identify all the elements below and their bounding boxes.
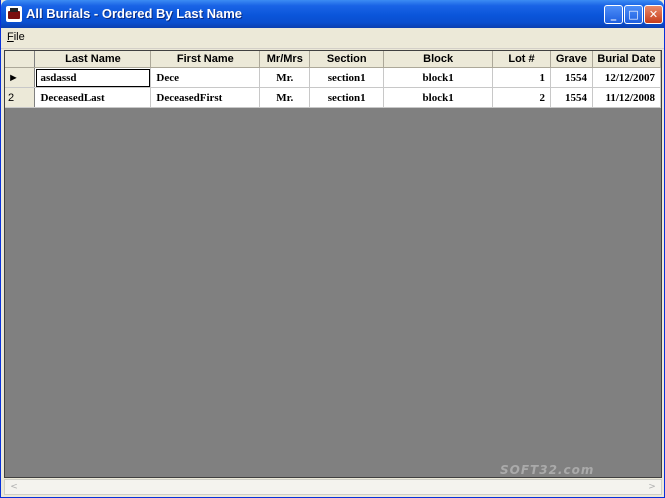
- app-icon: [6, 6, 22, 22]
- cell-burial-date[interactable]: 12/12/2007: [592, 67, 662, 88]
- column-header-mr-mrs[interactable]: Mr/Mrs: [259, 51, 311, 68]
- cell-last-name[interactable]: asdassd: [34, 67, 152, 88]
- cell-section[interactable]: section1: [309, 67, 385, 88]
- menu-bar: File: [1, 28, 664, 49]
- cell-first-name[interactable]: DeceasedFirst: [150, 87, 261, 108]
- scroll-left-icon[interactable]: <: [7, 481, 21, 493]
- menu-file-label: ile: [13, 31, 25, 43]
- menu-file[interactable]: File: [7, 31, 25, 43]
- cell-grave[interactable]: 1554: [550, 67, 593, 88]
- main-window: All Burials - Ordered By Last Name _ □ ✕…: [0, 0, 665, 498]
- close-button[interactable]: ✕: [644, 5, 663, 24]
- table-row[interactable]: ► asdassd Dece Mr. section1 block1 1 155…: [5, 67, 662, 88]
- cell-mr-mrs[interactable]: Mr.: [259, 87, 311, 108]
- cell-burial-date[interactable]: 11/12/2008: [592, 87, 662, 108]
- column-header-burial-date[interactable]: Burial Date: [592, 51, 662, 68]
- column-header-last-name[interactable]: Last Name: [34, 51, 152, 68]
- cell-first-name[interactable]: Dece: [150, 67, 261, 88]
- data-grid[interactable]: Last Name First Name Mr/Mrs Section Bloc…: [4, 50, 662, 478]
- cell-last-name[interactable]: DeceasedLast: [34, 87, 152, 108]
- horizontal-scrollbar[interactable]: < >: [4, 479, 662, 495]
- row-header-current[interactable]: ►: [5, 67, 36, 88]
- cell-section[interactable]: section1: [309, 87, 385, 108]
- burials-table: Last Name First Name Mr/Mrs Section Bloc…: [5, 51, 662, 108]
- header-row: Last Name First Name Mr/Mrs Section Bloc…: [5, 51, 662, 68]
- corner-header: [5, 51, 36, 68]
- cell-lot[interactable]: 2: [492, 87, 551, 108]
- watermark-logo: SOFT32.com: [500, 463, 595, 477]
- cell-grave[interactable]: 1554: [550, 87, 593, 108]
- column-header-first-name[interactable]: First Name: [150, 51, 261, 68]
- minimize-button[interactable]: _: [604, 5, 623, 24]
- title-bar[interactable]: All Burials - Ordered By Last Name _ □ ✕: [1, 0, 664, 28]
- window-title: All Burials - Ordered By Last Name: [26, 6, 243, 21]
- scroll-right-icon[interactable]: >: [645, 481, 659, 493]
- cell-mr-mrs[interactable]: Mr.: [259, 67, 311, 88]
- table-row[interactable]: 2 DeceasedLast DeceasedFirst Mr. section…: [5, 87, 662, 108]
- cell-block[interactable]: block1: [383, 87, 494, 108]
- column-header-lot[interactable]: Lot #: [492, 51, 551, 68]
- cell-block[interactable]: block1: [383, 67, 494, 88]
- row-header[interactable]: 2: [5, 87, 36, 108]
- maximize-button[interactable]: □: [624, 5, 643, 24]
- cell-lot[interactable]: 1: [492, 67, 551, 88]
- column-header-section[interactable]: Section: [309, 51, 385, 68]
- column-header-grave[interactable]: Grave: [550, 51, 593, 68]
- menu-file-mnemonic: F: [7, 31, 14, 43]
- column-header-block[interactable]: Block: [383, 51, 494, 68]
